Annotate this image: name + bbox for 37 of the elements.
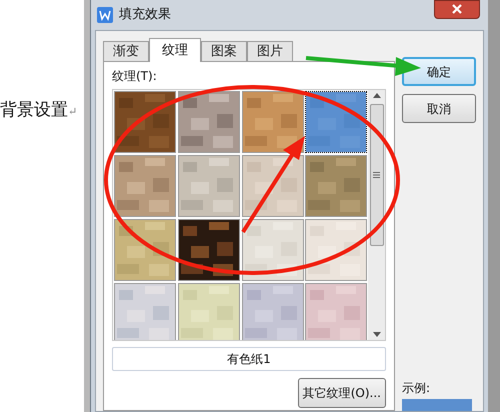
document-text: 背景设置↵ <box>0 99 78 122</box>
scroll-up-icon <box>372 93 381 98</box>
sample-swatch <box>402 399 472 411</box>
texture-tile[interactable] <box>114 283 176 340</box>
window-title: 填充效果 <box>119 6 171 24</box>
texture-tile[interactable] <box>305 283 368 340</box>
texture-tile[interactable] <box>114 91 176 153</box>
scrollbar[interactable] <box>368 90 385 340</box>
texture-tile[interactable] <box>114 155 176 217</box>
tab[interactable]: 图案 <box>201 41 247 61</box>
grip-icon <box>373 172 380 178</box>
tab[interactable]: 渐变 <box>103 41 149 61</box>
texture-label: 纹理(T): <box>112 69 158 84</box>
texture-tile[interactable] <box>178 219 240 281</box>
texture-tile[interactable] <box>178 283 240 340</box>
texture-tile[interactable] <box>305 219 368 281</box>
scroll-down-icon <box>372 332 381 337</box>
ok-button[interactable]: 确定 <box>402 57 476 86</box>
texture-tile[interactable] <box>242 91 304 153</box>
texture-tile[interactable] <box>178 155 240 217</box>
sample-label: 示例: <box>402 380 432 397</box>
close-icon <box>452 4 462 14</box>
texture-tile[interactable] <box>178 91 240 153</box>
texture-tile[interactable] <box>305 91 368 153</box>
texture-name-box: 有色纸1 <box>112 347 386 371</box>
tab[interactable]: 图片 <box>247 41 293 61</box>
scrollbar-thumb[interactable] <box>370 104 384 246</box>
texture-tile[interactable] <box>114 219 176 281</box>
other-textures-button[interactable]: 其它纹理(O)... <box>298 378 386 408</box>
texture-tile[interactable] <box>242 219 304 281</box>
close-button[interactable] <box>434 0 480 18</box>
texture-tile[interactable] <box>242 155 304 217</box>
cancel-button[interactable]: 取消 <box>402 94 476 123</box>
texture-tile[interactable] <box>305 155 368 217</box>
texture-tile[interactable] <box>242 283 304 340</box>
app-icon <box>97 7 113 23</box>
tab[interactable]: 纹理 <box>149 38 201 62</box>
